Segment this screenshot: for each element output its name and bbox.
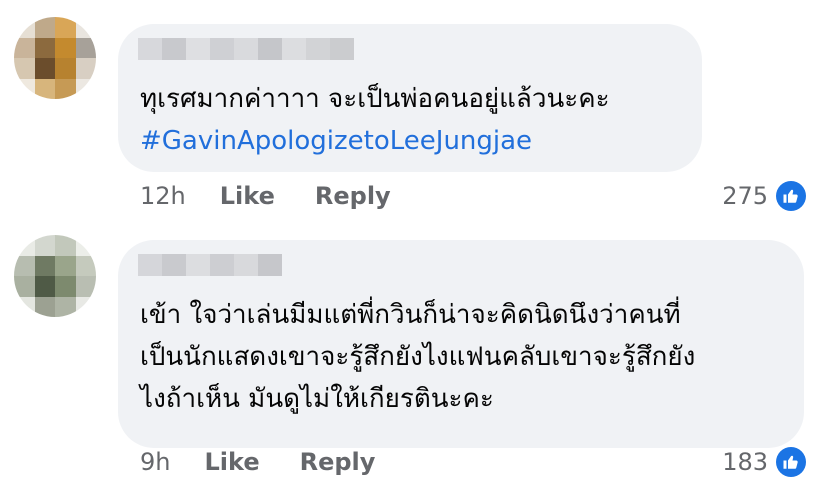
blurred-author-name[interactable] xyxy=(138,254,282,276)
comment-actions: 12h Like Reply xyxy=(140,178,431,214)
comment-actions: 9h Like Reply xyxy=(140,444,415,480)
comment-text-line: ทุเรศมากค่าาาา จะเป็นพ่อคนอยู่แล้วนะคะ xyxy=(140,84,610,114)
thumbs-up-icon xyxy=(776,447,806,477)
reaction-count: 183 xyxy=(722,448,768,476)
comment-bubble: เข้า ใจว่าเล่นมีมแต่พี่กวินก็น่าจะคิดนิด… xyxy=(118,240,804,448)
blurred-author-name[interactable] xyxy=(138,38,354,60)
comment-text-line: เป็นนักแสดงเขาจะรู้สึกยังไงแฟนคลับเขาจะร… xyxy=(140,342,696,372)
comment-bubble: ทุเรศมากค่าาาา จะเป็นพ่อคนอยู่แล้วนะคะ #… xyxy=(118,24,702,172)
timestamp[interactable]: 9h xyxy=(140,448,170,476)
avatar[interactable] xyxy=(14,235,96,317)
timestamp[interactable]: 12h xyxy=(140,182,186,210)
comment-text: ทุเรศมากค่าาาา จะเป็นพ่อคนอยู่แล้วนะคะ #… xyxy=(140,78,610,162)
reaction-summary[interactable]: 275 xyxy=(722,178,806,214)
reply-button[interactable]: Reply xyxy=(300,448,376,476)
comment-text: เข้า ใจว่าเล่นมีมแต่พี่กวินก็น่าจะคิดนิด… xyxy=(140,294,695,420)
like-button[interactable]: Like xyxy=(220,182,275,210)
reaction-summary[interactable]: 183 xyxy=(722,444,806,480)
thumbs-up-icon xyxy=(776,181,806,211)
like-button[interactable]: Like xyxy=(204,448,259,476)
reply-button[interactable]: Reply xyxy=(315,182,391,210)
comment-text-line: เข้า ใจว่าเล่นมีมแต่พี่กวินก็น่าจะคิดนิด… xyxy=(140,300,681,330)
hashtag-link[interactable]: #GavinApologizetoLeeJungjae xyxy=(140,120,610,162)
comment-text-line: ไงถ้าเห็น มันดูไม่ให้เกียรตินะคะ xyxy=(140,384,494,414)
avatar[interactable] xyxy=(14,17,96,99)
reaction-count: 275 xyxy=(722,182,768,210)
